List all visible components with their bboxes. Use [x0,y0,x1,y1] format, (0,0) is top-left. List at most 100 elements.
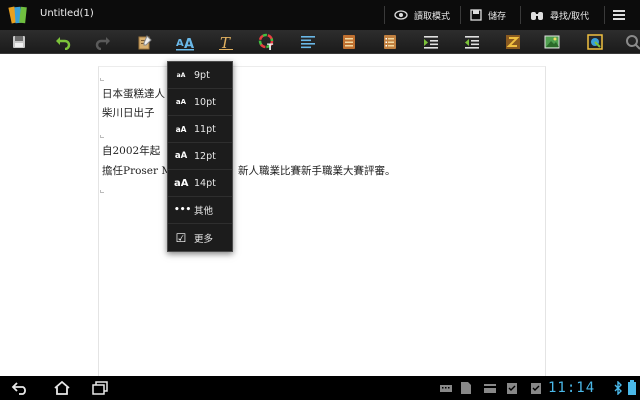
paragraph-mark [100,135,104,138]
sync-status[interactable] [526,379,546,397]
clock: 11:14 [548,380,596,396]
more-dots-icon: ••• [174,205,192,215]
document-line[interactable]: 柴川日出子 [102,105,155,120]
insert-image-button[interactable] [542,32,564,52]
clipboard-check-icon [531,383,541,394]
checkbox-icon: ☑ [175,230,187,245]
undo-button[interactable] [52,32,74,52]
document-status[interactable] [456,379,476,397]
number-list-icon [384,35,396,49]
battery-status[interactable] [622,379,640,397]
paragraph-mark [100,190,104,193]
insert-shape-button[interactable] [584,32,606,52]
home-icon [54,380,70,395]
insert-image-icon [544,35,560,49]
task-status[interactable] [502,379,522,397]
svg-text:A: A [176,38,184,49]
menu-item-12pt[interactable]: aA 12pt [168,143,232,170]
font-size-menu: aA 9pt aA 10pt aA 11pt aA 12pt aA 14pt •… [167,61,233,252]
keyboard-status[interactable] [436,379,456,397]
battery-icon [628,380,636,395]
format-button[interactable] [502,32,524,52]
font-color-button[interactable]: T [256,32,278,52]
read-mode-button[interactable]: 讀取模式 [394,0,450,30]
eye-icon [394,10,408,20]
menu-item-label: 9pt [194,69,210,81]
back-button[interactable] [10,379,30,397]
edit-icon [138,35,152,50]
text-style-icon: T [219,34,233,50]
document-title: Untitled(1) [40,8,94,19]
document-page[interactable] [98,66,546,376]
menu-item-10pt[interactable]: aA 10pt [168,89,232,116]
save-icon [470,9,482,21]
font-size-medium-icon: aA [174,151,188,161]
menu-item-label: 10pt [194,96,216,108]
find-replace-label: 尋找/取代 [550,11,590,22]
overflow-menu-button[interactable] [613,0,631,30]
menu-item-9pt[interactable]: aA 9pt [168,62,232,89]
document-line[interactable]: 擔任Proser M [102,163,172,178]
redo-button[interactable] [92,32,114,52]
search-button[interactable] [622,32,640,52]
divider [520,6,521,24]
insert-shape-icon [587,34,603,50]
home-button[interactable] [52,379,72,397]
font-size-small-icon: aA [176,71,186,79]
font-size-small-icon: aA [175,98,187,106]
back-icon [11,382,26,395]
clipboard-check-icon [507,383,517,394]
divider [384,6,385,24]
align-left-icon [301,36,315,49]
bullet-list-button[interactable] [338,32,360,52]
divider [604,6,605,24]
save-icon [13,36,25,48]
document-icon [461,382,471,394]
bullet-list-icon [343,35,355,49]
indent-button[interactable] [420,32,442,52]
menu-item-label: 更多 [194,233,214,245]
font-size-button[interactable]: A A [174,32,196,52]
formatting-toolbar: A A T T [0,30,640,54]
font-size-icon: A A [176,37,194,51]
number-list-button[interactable] [379,32,401,52]
document-line[interactable]: 自2002年起 [102,143,160,158]
edit-button[interactable] [134,32,156,52]
tray-icon [484,384,496,393]
recent-apps-icon [92,381,108,395]
system-nav-bar: 11:14 [0,376,640,400]
save-tool-button[interactable] [8,32,30,52]
undo-icon [56,37,71,50]
menu-item-other[interactable]: ••• 其他 [168,197,232,224]
font-color-icon: T [258,33,274,51]
find-replace-button[interactable]: 尋找/取代 [530,0,589,30]
menu-item-more[interactable]: ☑ 更多 [168,224,232,251]
save-text-button[interactable]: 儲存 [470,0,506,30]
document-line[interactable]: 日本蛋糕達人 [102,86,165,101]
align-button[interactable] [297,32,319,52]
binoculars-icon [531,11,543,20]
app-logo-icon[interactable] [8,4,30,26]
outdent-button[interactable] [461,32,483,52]
menu-item-label: 其他 [194,206,214,217]
read-mode-label: 讀取模式 [414,11,451,22]
menu-item-label: 14pt [194,177,216,189]
menu-item-label: 11pt [194,123,216,135]
paragraph-mark [100,78,104,81]
font-size-medium-icon: aA [175,124,187,134]
menu-item-14pt[interactable]: aA 14pt [168,170,232,197]
svg-text:T: T [267,43,274,51]
usb-status[interactable] [480,379,500,397]
document-line[interactable]: 新人職業比賽新手職業大賽評審。 [238,163,396,178]
save-label: 儲存 [488,11,507,22]
redo-icon [95,37,110,50]
text-style-button[interactable]: T [215,32,237,52]
font-size-large-icon: aA [174,177,189,189]
format-icon [506,35,520,49]
recent-apps-button[interactable] [90,379,110,397]
svg-text:T: T [220,34,231,50]
indent-icon [424,36,438,49]
title-bar: Untitled(1) 讀取模式 儲存 尋找/取代 [0,0,640,30]
menu-item-11pt[interactable]: aA 11pt [168,116,232,143]
keyboard-icon [440,385,452,392]
